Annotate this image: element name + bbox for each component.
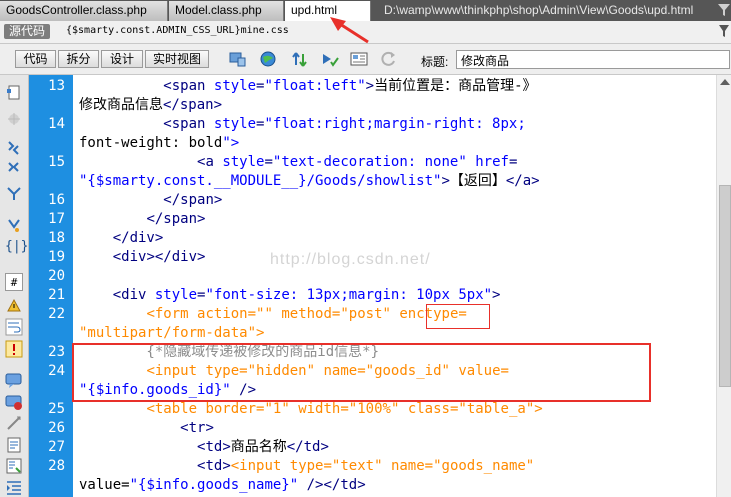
coding-toolbar: {|} #	[0, 75, 29, 497]
filter-icon[interactable]	[718, 3, 730, 17]
code-line-21[interactable]: <div style="font-size: 13px;margin: 10px…	[79, 286, 501, 305]
watermark: http://blog.csdn.net/	[270, 251, 431, 268]
filter-icon[interactable]	[719, 24, 729, 38]
line-number: 14	[48, 116, 65, 132]
tab-upd[interactable]: upd.html	[285, 1, 371, 21]
check-page-icon[interactable]	[321, 51, 339, 68]
document-tab-bar: GoodsController.class.php Model.class.ph…	[0, 0, 731, 21]
tab-model[interactable]: Model.class.php	[169, 1, 284, 21]
open-documents-icon[interactable]	[5, 84, 23, 102]
line-number: 25	[48, 401, 65, 417]
highlight-invalid-code-icon[interactable]	[5, 297, 23, 315]
document-toolbar: 代码 拆分 设计 实时视图 标题: 修改商品	[0, 44, 731, 75]
code-line-17[interactable]: </span>	[79, 210, 205, 229]
expand-all-icon[interactable]	[5, 160, 23, 178]
code-line-continuation[interactable]: 修改商品信息</span>	[79, 96, 222, 115]
code-line-26[interactable]: <tr>	[79, 419, 214, 438]
code-line-continuation[interactable]: "multipart/form-data">	[79, 324, 264, 343]
title-label: 标题:	[421, 55, 449, 69]
design-view-button[interactable]: 设计	[101, 50, 143, 68]
balance-braces-icon[interactable]: {|}	[5, 238, 28, 256]
code-line-19[interactable]: <div></div>	[79, 248, 206, 267]
visual-aids-icon[interactable]	[350, 51, 368, 68]
word-wrap-icon[interactable]	[5, 318, 23, 336]
recent-snippets-icon[interactable]	[5, 436, 23, 454]
code-line-continuation[interactable]: "{$smarty.const.__MODULE__}/Goods/showli…	[79, 172, 540, 191]
line-numbers-icon[interactable]: #	[5, 273, 23, 291]
scrollbar-thumb[interactable]	[719, 185, 731, 387]
split-view-button[interactable]: 拆分	[58, 50, 99, 68]
related-files-bar: 源代码 {$smarty.const.ADMIN_CSS_URL}mine.cs…	[0, 21, 731, 44]
line-number: 23	[48, 344, 65, 360]
code-view-button[interactable]: 代码	[15, 50, 56, 68]
line-number: 27	[48, 439, 65, 455]
scroll-up-arrow-icon[interactable]	[720, 79, 730, 85]
multiscreen-icon[interactable]	[229, 51, 247, 68]
code-line-continuation[interactable]: font-weight: bold">	[79, 134, 239, 153]
file-management-icon[interactable]	[291, 51, 309, 68]
vertical-scrollbar[interactable]	[716, 75, 731, 497]
line-number: 16	[48, 192, 65, 208]
document-path: D:\wamp\www\thinkphp\shop\Admin\View\Goo…	[384, 3, 694, 17]
document-title-input[interactable]: 修改商品	[456, 50, 730, 69]
preview-in-browser-icon[interactable]	[260, 51, 278, 68]
tab-goodscontroller[interactable]: GoodsController.class.php	[0, 1, 168, 21]
post-method-highlight	[426, 304, 490, 329]
indent-code-icon[interactable]	[5, 478, 23, 496]
line-number: 18	[48, 230, 65, 246]
code-line-13[interactable]: <span style="float:left">当前位置是：商品管理-》	[79, 77, 536, 96]
apply-comment-icon[interactable]	[5, 371, 23, 389]
code-line-25[interactable]: <table border="1" width="100%" class="ta…	[79, 400, 542, 419]
source-code-button[interactable]: 源代码	[4, 24, 51, 39]
code-line-27[interactable]: <td>商品名称</td>	[79, 438, 329, 457]
hidden-input-highlight	[72, 343, 651, 402]
line-number: 17	[48, 211, 65, 227]
wrap-tag-icon[interactable]	[5, 414, 23, 432]
code-line-22[interactable]: <form action="" method="post" enctype=	[79, 305, 466, 324]
code-line-16[interactable]: </span>	[79, 191, 222, 210]
line-number: 26	[48, 420, 65, 436]
live-view-button[interactable]: 实时视图	[145, 50, 209, 68]
collapse-selection-icon[interactable]	[5, 139, 23, 157]
collapse-full-tag-icon[interactable]	[5, 110, 23, 128]
code-line-15[interactable]: <a style="text-decoration: none" href=	[79, 153, 517, 172]
refresh-icon[interactable]	[380, 51, 398, 68]
move-css-icon[interactable]	[5, 457, 23, 475]
code-line-28[interactable]: <td><input type="text" name="goods_name"	[79, 457, 534, 476]
related-css-file[interactable]: {$smarty.const.ADMIN_CSS_URL}mine.css	[66, 25, 289, 36]
line-number: 19	[48, 249, 65, 265]
code-line-14[interactable]: <span style="float:right;margin-right: 8…	[79, 115, 525, 134]
code-line-continuation[interactable]: value="{$info.goods_name}" /></td>	[79, 476, 366, 495]
line-number-gutter: 13 14 15 16 17 18 19 20 21 22 23 24 25 26 27 28	[29, 75, 73, 497]
line-number: 15	[48, 154, 65, 170]
code-line-18[interactable]: </div>	[79, 229, 164, 248]
remove-comment-icon[interactable]	[5, 393, 23, 411]
line-number: 20	[48, 268, 65, 284]
line-number: 22	[48, 306, 65, 322]
syntax-error-alerts-icon[interactable]	[5, 340, 23, 358]
line-number: 13	[48, 78, 65, 94]
line-number: 28	[48, 458, 65, 474]
line-number: 24	[48, 363, 65, 379]
line-number: 21	[48, 287, 65, 303]
balance-braces-icon[interactable]	[5, 217, 23, 235]
code-editor[interactable]: <span style="float:left">当前位置是：商品管理-》 修改商…	[73, 75, 716, 497]
select-parent-tag-icon[interactable]	[5, 184, 23, 202]
